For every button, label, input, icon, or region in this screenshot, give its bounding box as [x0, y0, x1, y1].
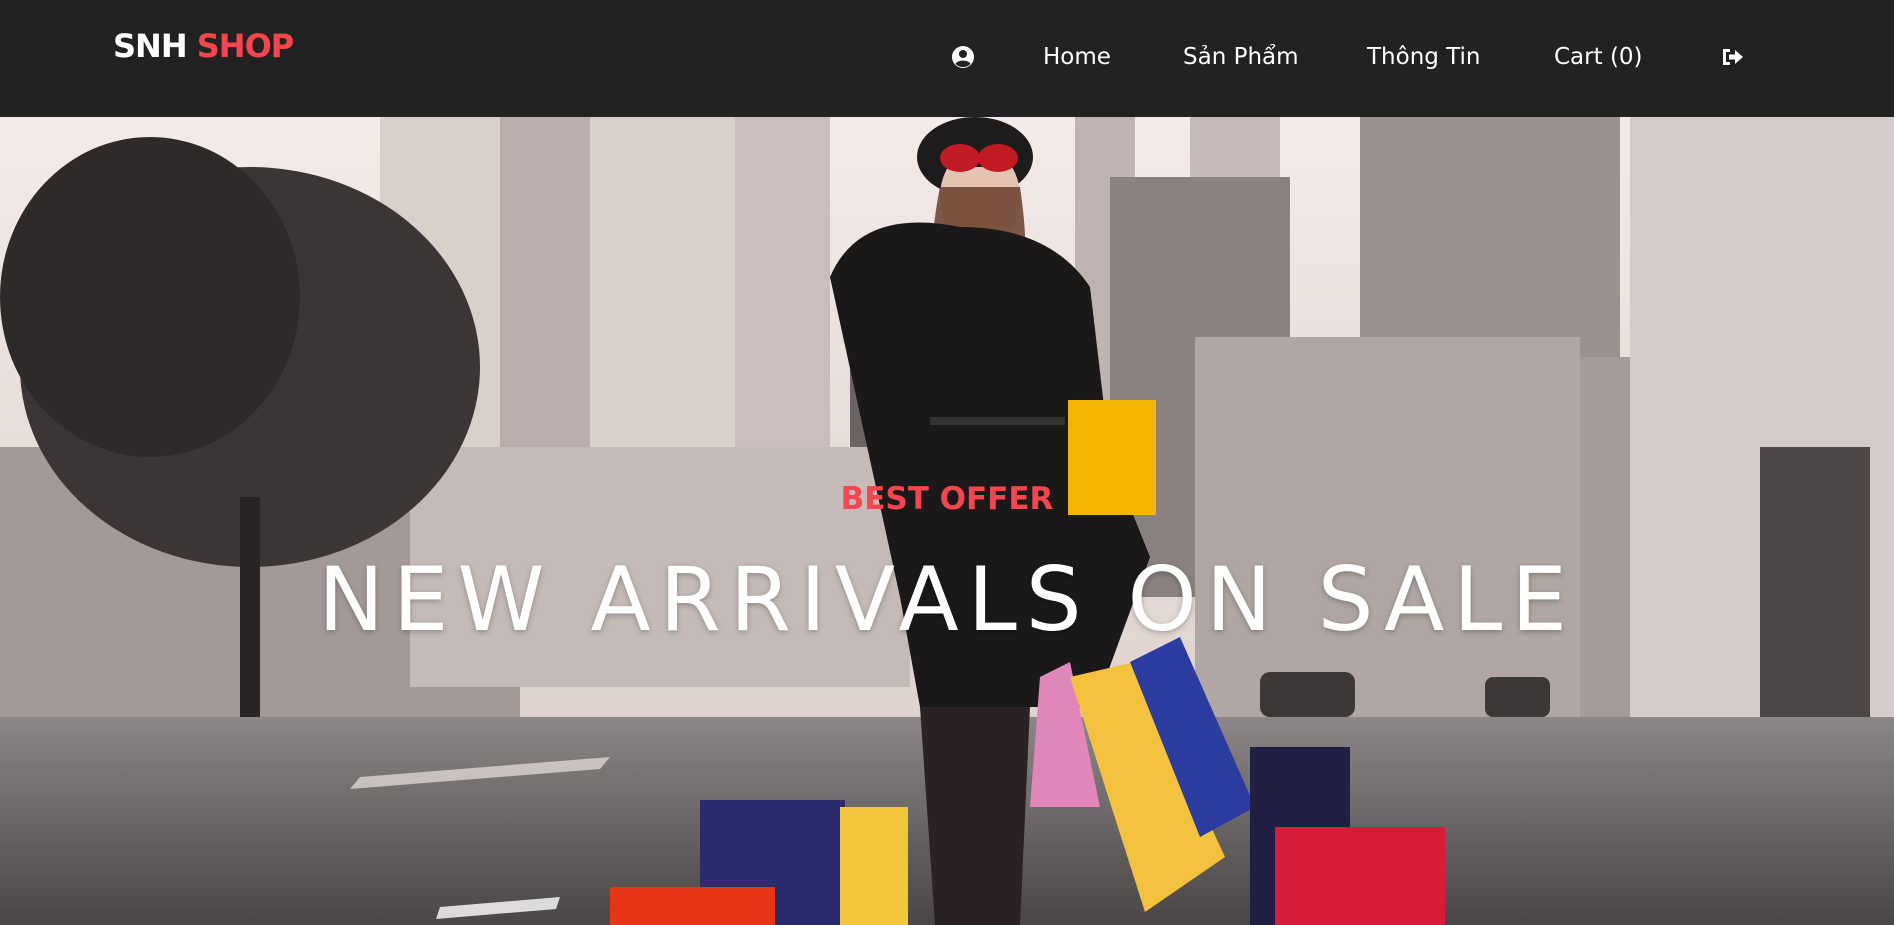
hero-banner: BEST OFFER NEW ARRIVALS ON SALE [0, 117, 1894, 925]
sign-out-icon [1723, 49, 1743, 65]
nav-cart[interactable]: Cart (0) [1554, 36, 1643, 78]
user-circle-icon [952, 46, 974, 68]
nav-info[interactable]: Thông Tin [1367, 36, 1481, 78]
nav-home[interactable]: Home [1043, 36, 1111, 78]
main-nav: Home Sản Phẩm Thông Tin Cart (0) [0, 36, 1894, 78]
hero-background-image [0, 117, 1894, 925]
hero-tagline: BEST OFFER [840, 481, 1054, 517]
navbar: SNH SHOP Home Sản Phẩm Thông Tin Cart (0… [0, 0, 1894, 117]
hero-headline: NEW ARRIVALS ON SALE [318, 548, 1576, 651]
user-account-link[interactable] [951, 36, 975, 78]
nav-products[interactable]: Sản Phẩm [1183, 36, 1299, 78]
logout-link[interactable] [1721, 36, 1745, 78]
